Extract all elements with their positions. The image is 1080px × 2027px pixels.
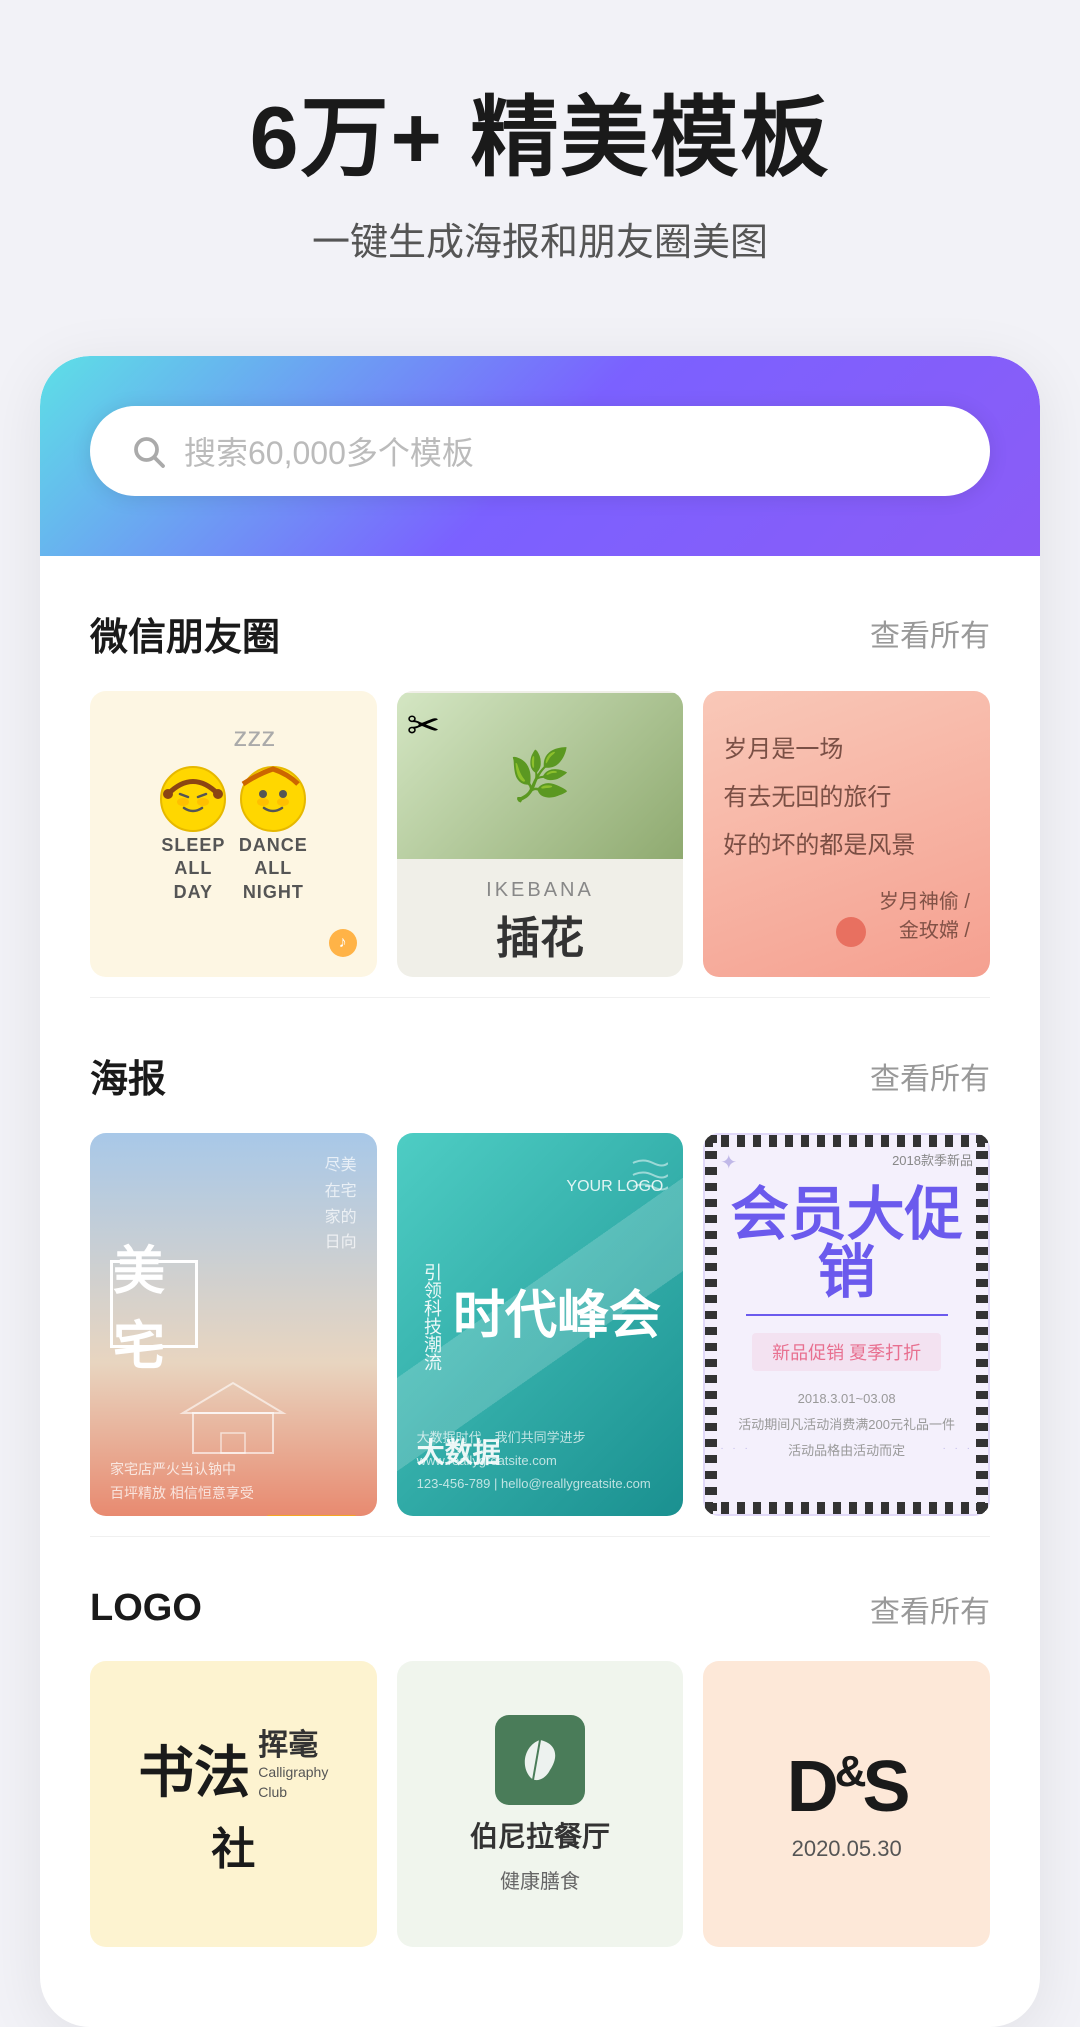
ds-date: 2020.05.30 <box>792 1836 902 1862</box>
logo-section-header: LOGO 查看所有 <box>90 1587 990 1631</box>
calligraphy-club-en: CalligraphyClub <box>258 1763 328 1802</box>
sleeping-face-icon <box>158 764 228 834</box>
logo-view-all[interactable]: 查看所有 <box>870 1587 990 1631</box>
poster3-dates: 2018.3.01~03.08活动期间凡活动消费满200元礼品一件活动品格由活动… <box>720 1386 973 1464</box>
logo-card-restaurant[interactable]: 伯尼拉餐厅 健康膳食 <box>397 1661 684 1948</box>
poem-text: 岁月是一场有去无回的旅行好的坏的都是风景 <box>723 726 970 870</box>
logo-card-calligraphy[interactable]: 书法 挥毫 CalligraphyClub 社 <box>90 1661 377 1948</box>
hero-subtitle: 一键生成海报和朋友圈美图 <box>60 211 1020 266</box>
poster-section: 海报 查看所有 尽美在宅家的日向 美宅 <box>40 998 1040 1535</box>
poster3-sub: 新品促销 夏季打折 <box>752 1333 941 1371</box>
poster2-footer: 大数据时代，我们共同学进步 www.reallygreatsite.com 12… <box>417 1426 664 1496</box>
calligraphy-she-char: 社 <box>211 1813 255 1877</box>
poster1-top-text: 尽美在宅家的日向 <box>325 1153 357 1255</box>
search-placeholder: 搜索60,000多个模板 <box>184 428 474 474</box>
poster-card-bigdata[interactable]: YOUR LOGO 引领科技潮流 时代峰会 大数据 大数据时代，我们共同学进步 … <box>397 1133 684 1515</box>
poster3-main-title: 会员大促销 <box>720 1186 973 1302</box>
search-header: 搜索60,000多个模板 <box>40 356 1040 556</box>
poster-view-all[interactable]: 查看所有 <box>870 1054 990 1098</box>
logo-card-ds[interactable]: D&S 2020.05.30 <box>703 1661 990 1948</box>
wechat-grid: zzz <box>90 691 990 978</box>
poster3-year-label: 2018款季新品 <box>892 1150 973 1169</box>
wechat-card-sleep-dance[interactable]: zzz <box>90 691 377 978</box>
wechat-section: 微信朋友圈 查看所有 zzz <box>40 556 1040 998</box>
ikebana-en: IKEBANA <box>486 879 594 902</box>
plant-decoration: 🌿 <box>509 746 571 805</box>
poster-card-meizhai[interactable]: 尽美在宅家的日向 美宅 <box>90 1133 377 1515</box>
wechat-title: 微信朋友圈 <box>90 606 280 661</box>
poster2-main: 时代峰会 <box>453 1288 661 1345</box>
calligraphy-brush-char: 挥毫 <box>258 1731 328 1761</box>
poster2-side-text: 引领科技潮流 <box>419 1263 445 1371</box>
wechat-card-poem[interactable]: 岁月是一场有去无回的旅行好的坏的都是风景 岁月神偷 /金玫嫦 / <box>703 691 990 978</box>
restaurant-sub: 健康膳食 <box>500 1865 580 1894</box>
calligraphy-main-char: 书法 <box>138 1746 250 1802</box>
leaf-icon-box <box>495 1715 585 1805</box>
scissors-decoration: ✂ <box>407 703 441 749</box>
poster1-bottom-text: 家宅店严火当认钠中百坪精放 相信恒意享受 <box>110 1458 357 1506</box>
wave-decoration <box>628 1153 668 1213</box>
wechat-view-all[interactable]: 查看所有 <box>870 611 990 655</box>
wechat-card-ikebana[interactable]: 🌿 ✂ IKEBANA 插花 <box>397 691 684 978</box>
leaf-icon <box>515 1735 565 1785</box>
poster-card-membership[interactable]: 2018款季新品 ✦ · · · · · · 会员大促销 新品促销 夏季打折 2… <box>703 1133 990 1515</box>
poster1-main-title: 美宅 <box>113 1229 195 1379</box>
wechat-section-header: 微信朋友圈 查看所有 <box>90 606 990 661</box>
hero-section: 6万+ 精美模板 一键生成海报和朋友圈美图 <box>0 0 1080 326</box>
dance-text: DANCEALLNIGHT <box>239 834 308 904</box>
house-illustration <box>173 1378 293 1458</box>
dancing-face-icon <box>238 764 308 834</box>
poster-section-header: 海报 查看所有 <box>90 1048 990 1103</box>
hero-title: 6万+ 精美模板 <box>60 90 1020 187</box>
sleep-text: SLEEPALLDAY <box>161 834 225 904</box>
app-card: 搜索60,000多个模板 微信朋友圈 查看所有 zzz <box>40 356 1040 2027</box>
restaurant-name: 伯尼拉餐厅 <box>470 1815 610 1855</box>
ikebana-cn: 插花 <box>486 902 594 966</box>
poster-grid: 尽美在宅家的日向 美宅 <box>90 1133 990 1515</box>
poster-title: 海报 <box>90 1048 166 1103</box>
logo-title: LOGO <box>90 1587 202 1630</box>
logo-section: LOGO 查看所有 书法 挥毫 CalligraphyClub 社 <box>40 1537 1040 1968</box>
search-icon <box>130 433 166 469</box>
poem-author: 岁月神偷 /金玫嫦 / <box>879 885 970 943</box>
logo-grid: 书法 挥毫 CalligraphyClub 社 <box>90 1661 990 1948</box>
ds-logo-text: D&S <box>787 1746 907 1828</box>
search-box[interactable]: 搜索60,000多个模板 <box>90 406 990 496</box>
